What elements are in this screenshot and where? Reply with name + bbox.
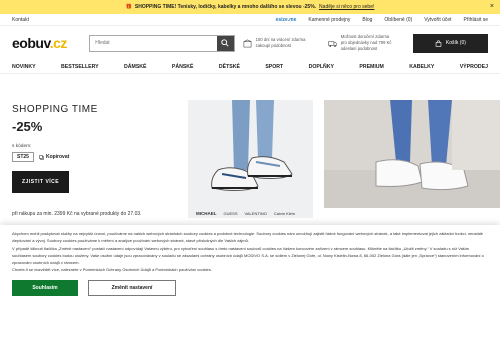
truck-icon [327,40,337,47]
hero-title: SHOPPING TIME [12,104,98,115]
brand-logos: MICHAEL GUESS VALENTINO Calvin Klein [196,211,295,216]
promo-gift-icon: 🎁 [125,4,132,10]
sneakers-photo-right [324,100,500,208]
brand-michael-kors: MICHAEL [196,211,217,216]
stores-link[interactable]: Kamenné prodejny [308,17,350,23]
cart-label: Košík (0) [445,40,466,46]
returns-info: 100 dní na vrácení zdarma zakoupí podobno… [243,37,320,49]
top-bar: Kontakt esize.me Kamenné prodejny Blog O… [0,14,500,26]
nav-item-damske[interactable]: DÁMSKÉ [124,64,146,70]
hero-note: při nákupu za min. 2399 Kč na vybrané pr… [12,211,142,217]
promo-link[interactable]: Naděje si něco pro sebe! [319,4,374,10]
nav-item-vyprodej[interactable]: VÝPRODEJ [460,64,488,70]
create-account-link[interactable]: Vytvořit účet [424,17,451,23]
promo-text: SHOPPING TIME! Tenisky, lodičky, kabelky… [134,4,317,10]
delivery-info: Možnost doručení zdarma pro objednávky na… [327,34,405,52]
promo-bar: 🎁 SHOPPING TIME! Tenisky, lodičky, kabel… [0,0,500,14]
code-label: s kódem: [12,144,32,149]
search-button[interactable] [216,35,234,51]
main-nav: NOVINKY BESTSELLERY DÁMSKÉ PÁNSKÉ DĚTSKÉ… [0,60,500,74]
nav-item-novinky[interactable]: NOVINKY [12,64,36,70]
search-input[interactable] [90,35,217,51]
copy-label: Kopírovat [45,154,70,160]
hero-discount: -25% [12,119,43,134]
cookie-text-3: Chcete-li se dozvědět více, naleznete v … [12,267,212,273]
nav-item-sport[interactable]: SPORT [265,64,283,70]
delivery-line3: odeslaní podobnost [340,46,378,51]
close-icon[interactable]: × [490,3,494,11]
top-links: esize.me Kamenné prodejny Blog Oblíbené … [276,17,488,23]
copy-icon [39,154,44,160]
nav-item-premium[interactable]: PREMIUM [359,64,384,70]
cart-icon [435,39,442,47]
nav-item-bestsellery[interactable]: BESTSELLERY [61,64,99,70]
returns-line2: zakoupí podobnost [255,43,291,48]
brand-guess: GUESS [223,211,238,216]
search-box [89,34,235,52]
sneakers-photo-left [188,100,313,218]
header: eobuv.cz 100 dní na vrácení zdarmazakoup… [0,26,500,60]
logo-main: eobuv [12,35,50,51]
accept-cookies-button[interactable]: Souhlasím [12,279,78,296]
nav-item-doplnky[interactable]: DOPLŇKY [309,64,334,70]
change-settings-button[interactable]: Změnit nastavení [88,279,176,296]
cart-button[interactable]: Košík (0) [412,33,488,53]
logo[interactable]: eobuv.cz [12,35,81,51]
login-link[interactable]: Přihlásit se [464,17,488,23]
search-icon [221,39,229,47]
promo-code: ST25 [12,152,34,162]
esize-link[interactable]: esize.me [276,17,297,23]
hero-text: SHOPPING TIME -25% s kódem: ST25 Kopírov… [12,104,98,193]
cookie-banner: Abychom mohli poskytovat služby na nejvy… [0,225,500,348]
favorites-link[interactable]: Oblíbené (0) [384,17,412,23]
cookie-text-2: V případě kliknutí tlačítka „Změnit nast… [12,245,484,266]
blog-link[interactable]: Blog [362,17,372,23]
brand-valentino: VALENTINO [244,211,267,216]
copy-code-button[interactable]: Kopírovat [39,154,69,160]
return-box-icon [243,39,252,47]
contact-link[interactable]: Kontakt [12,17,29,23]
nav-item-kabelky[interactable]: KABELKY [409,64,434,70]
learn-more-button[interactable]: ZJISTIT VÍCE [12,171,70,193]
nav-item-detske[interactable]: DĚTSKÉ [219,64,240,70]
code-row: ST25 Kopírovat [12,152,98,162]
logo-suffix: .cz [49,35,68,51]
hero-banner[interactable]: SHOPPING TIME -25% s kódem: ST25 Kopírov… [0,100,500,220]
nav-item-panske[interactable]: PÁNSKÉ [172,64,194,70]
cookie-buttons: Souhlasím Změnit nastavení [12,279,488,296]
brand-calvin-klein: Calvin Klein [273,211,296,216]
cookie-text-1: Abychom mohli poskytovat služby na nejvy… [12,231,483,244]
